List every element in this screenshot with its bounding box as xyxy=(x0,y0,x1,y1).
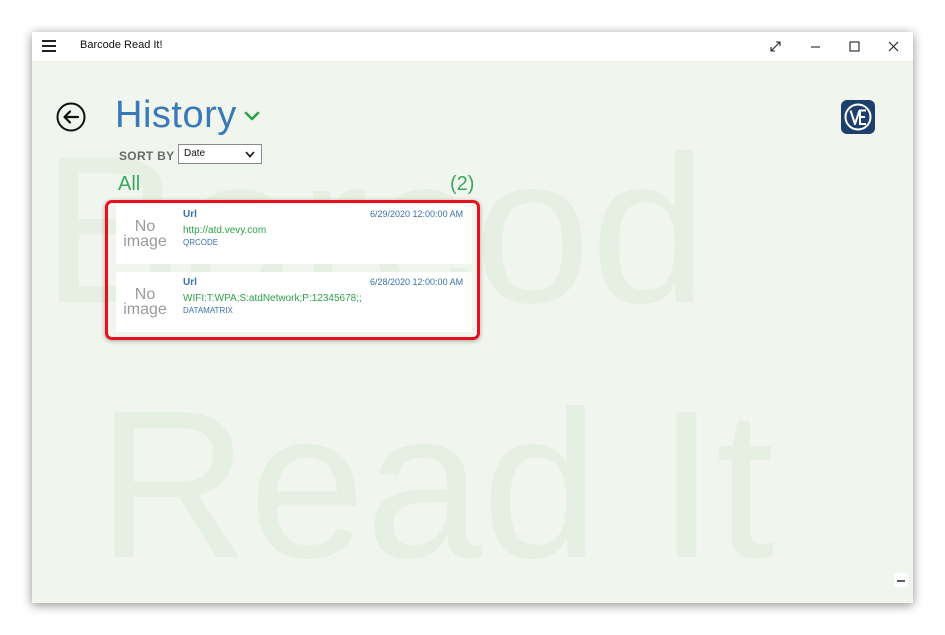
highlight-frame xyxy=(105,200,480,340)
title-bar: Barcode Read It! xyxy=(32,32,913,61)
group-label[interactable]: All xyxy=(118,173,140,196)
back-arrow-icon[interactable] xyxy=(56,102,86,132)
close-icon xyxy=(888,41,898,52)
ve-logo-icon xyxy=(841,100,875,134)
sort-by-label: SORT BY xyxy=(119,149,175,163)
watermark-line-2: Read It xyxy=(97,367,774,602)
hamburger-icon[interactable] xyxy=(42,40,56,52)
app-title: Barcode Read It! xyxy=(80,39,163,51)
page-title: History xyxy=(115,94,237,136)
chevron-down-icon[interactable] xyxy=(244,110,260,122)
maximize-button[interactable] xyxy=(834,32,874,61)
maximize-icon xyxy=(848,41,860,52)
group-count: (2) xyxy=(450,173,475,195)
expand-icon xyxy=(769,41,781,52)
close-button[interactable] xyxy=(873,32,913,61)
chevron-down-icon xyxy=(245,151,255,158)
minus-icon xyxy=(897,580,905,582)
expand-button[interactable] xyxy=(755,32,795,61)
sort-dropdown-value: Date xyxy=(184,148,206,159)
collapse-button[interactable] xyxy=(894,573,908,587)
minimize-button[interactable] xyxy=(795,32,835,61)
sort-dropdown[interactable]: Date xyxy=(178,144,262,164)
app-window: Barcod Read It Barcode Read It! xyxy=(32,32,913,603)
minimize-icon xyxy=(810,46,820,48)
